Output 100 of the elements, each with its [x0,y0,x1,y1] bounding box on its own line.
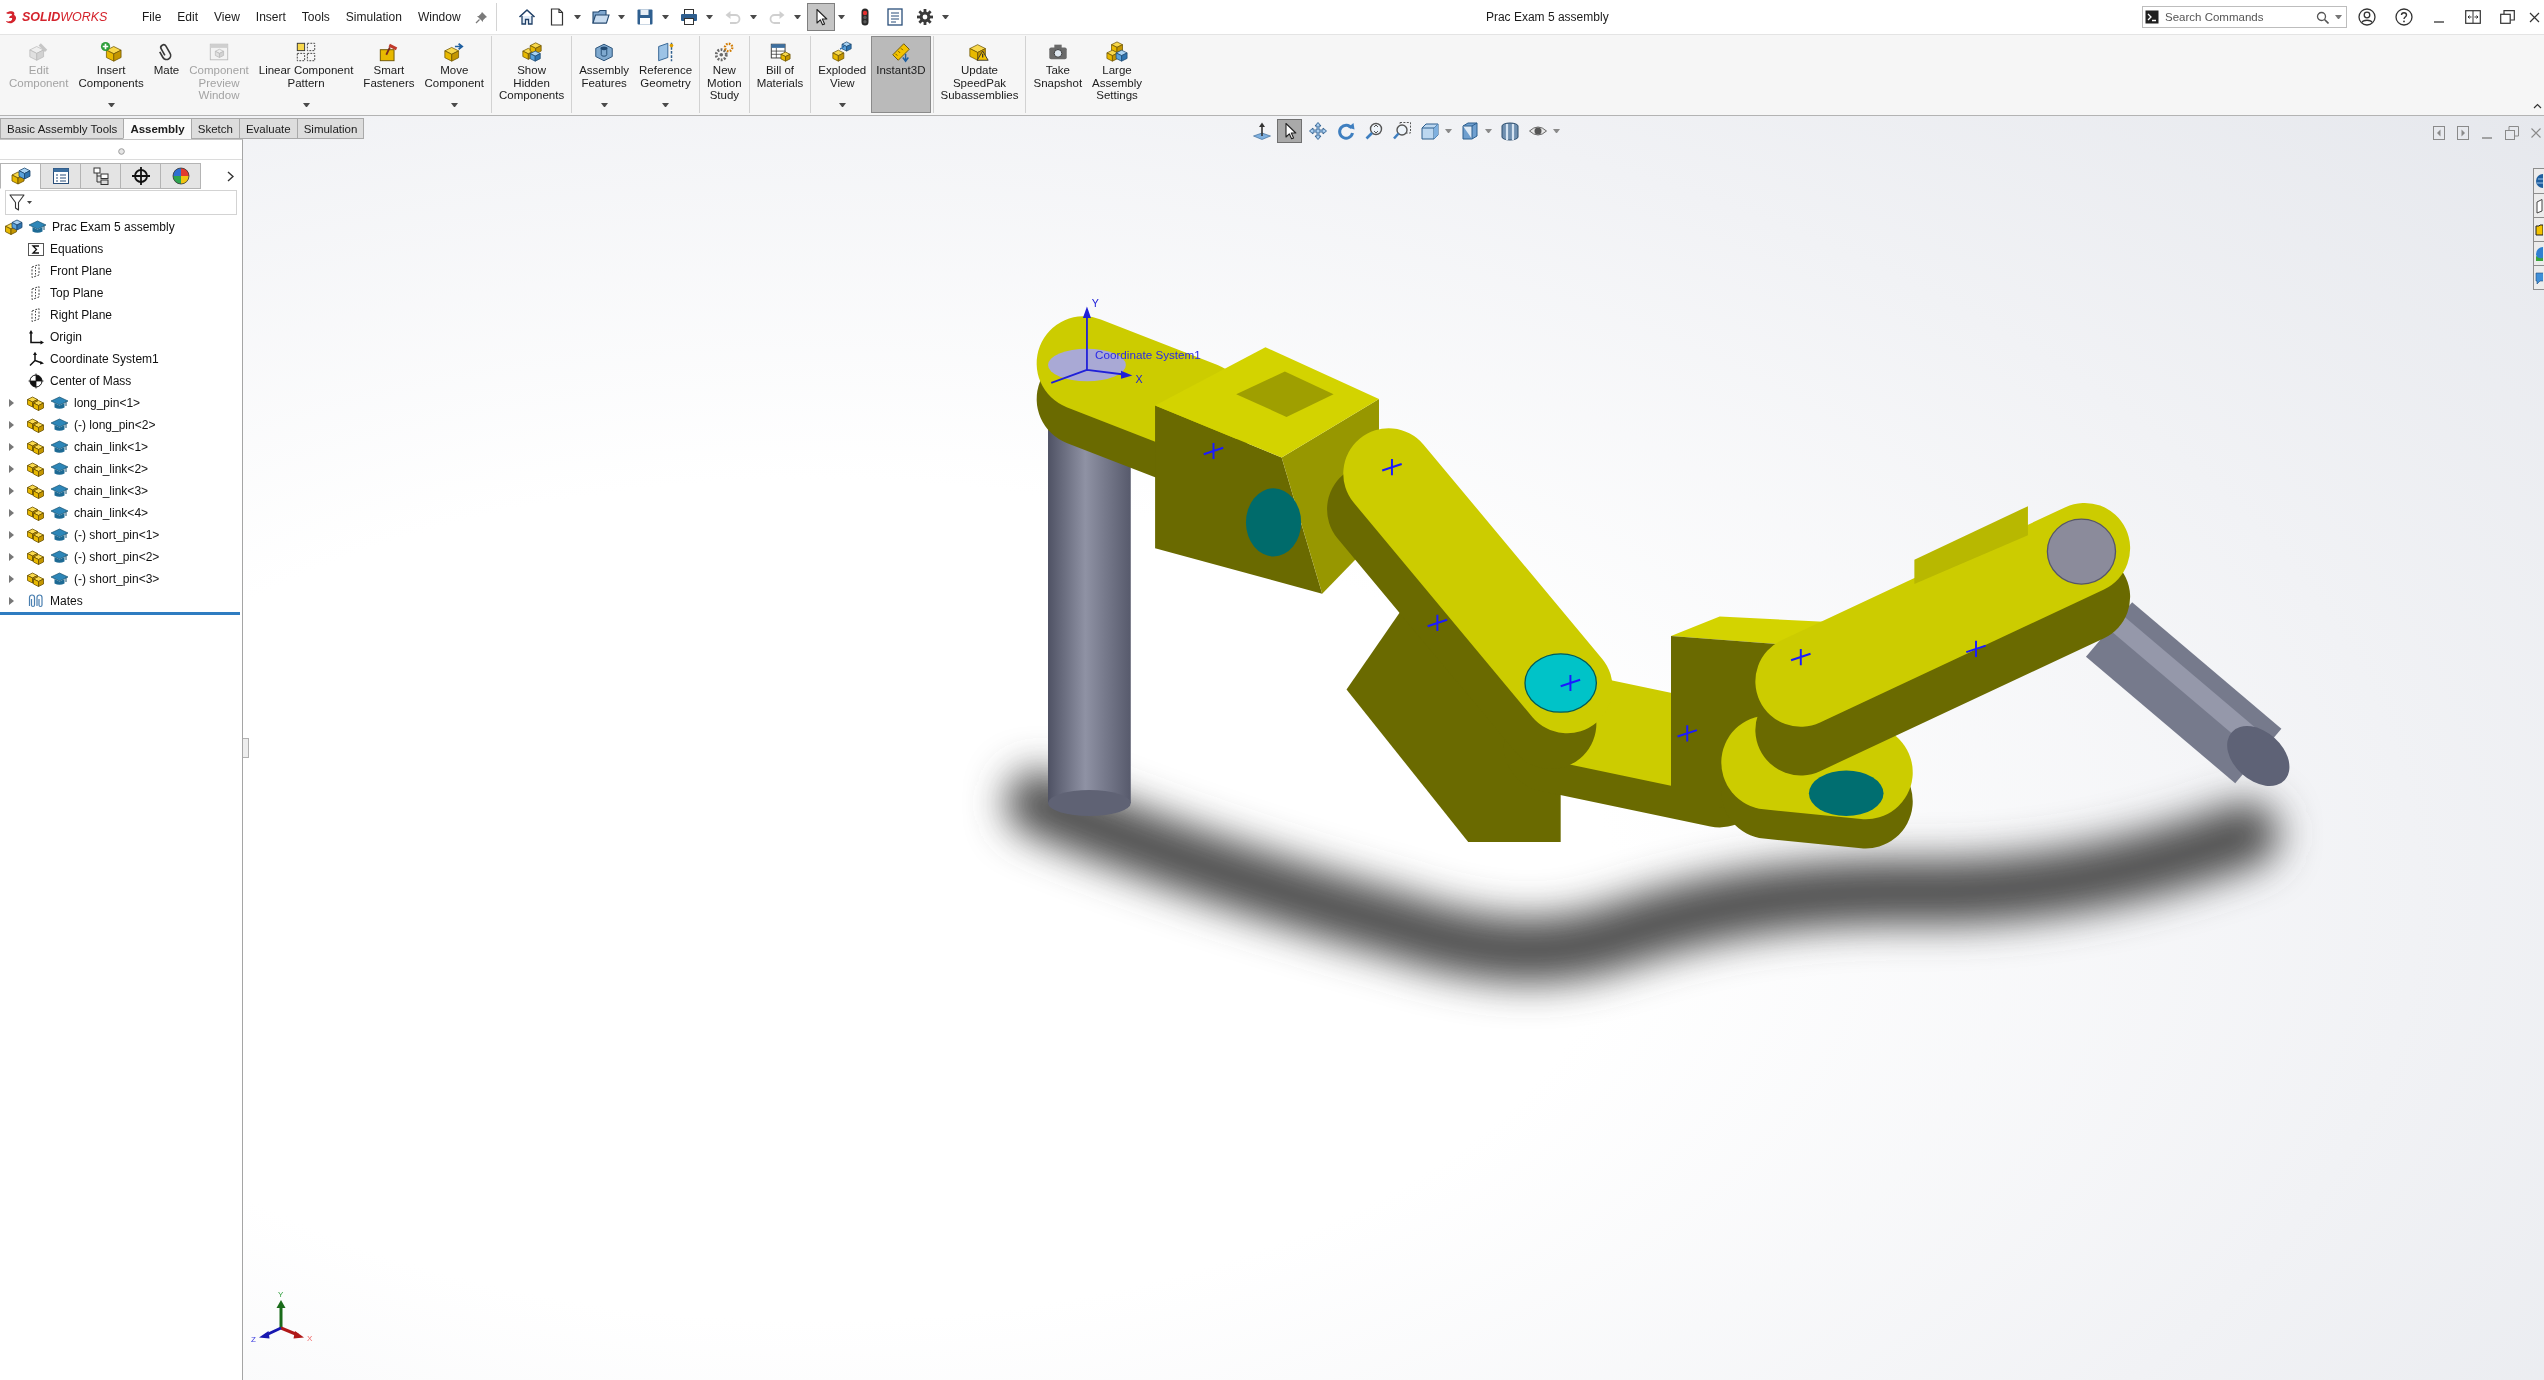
tree-item[interactable]: (-) short_pin<2> [74,550,160,564]
tree-item[interactable]: Front Plane [50,264,113,278]
expand-arrow-icon[interactable] [8,508,15,518]
motion-study-button[interactable]: New Motion Study [702,36,747,113]
tree-item[interactable]: (-) short_pin<1> [74,528,160,542]
tree-item[interactable]: Coordinate System1 [50,352,159,366]
mortarboard-icon [50,571,69,587]
exploded-view-button[interactable]: Exploded View [813,36,872,113]
task-pane-tab[interactable] [2534,217,2544,241]
reference-geometry-button[interactable]: Reference Geometry [634,36,698,113]
tile-right-icon[interactable] [2457,126,2469,140]
select-button[interactable] [806,3,835,31]
command-tab[interactable]: Assembly [123,118,192,139]
menu-item[interactable]: Edit [177,6,199,28]
chevron-right-icon[interactable] [227,170,234,182]
caret-icon[interactable] [838,103,846,107]
expand-arrow-icon[interactable] [8,486,15,496]
search-field[interactable]: Search Commands [2142,6,2347,28]
panel-tab[interactable] [40,163,81,189]
command-tab[interactable]: Evaluate [238,118,298,139]
tree-item[interactable]: Right Plane [50,308,113,322]
caret-icon[interactable] [302,103,310,107]
panel-tab[interactable] [0,163,41,189]
task-pane-tab[interactable] [2534,169,2544,193]
tree-item[interactable]: Mates [50,594,83,608]
tree-item[interactable]: Center of Mass [50,374,132,388]
menu-item[interactable]: View [214,6,240,28]
caret-icon[interactable] [662,103,670,107]
tree-item[interactable]: chain_link<2> [74,462,149,476]
task-pane-tab[interactable] [2534,241,2544,265]
move-component-button[interactable]: Move Component [419,36,489,113]
tree-item[interactable]: Prac Exam 5 assembly [52,220,175,234]
collapse-chevron-icon[interactable] [2533,103,2542,109]
speedpak-button[interactable]: Update SpeedPak Subassemblies [935,36,1024,113]
menu-item[interactable]: Simulation [345,6,402,28]
restore-icon[interactable] [2500,10,2515,24]
assembly-features-button[interactable]: Assembly Features [574,36,635,113]
command-tab[interactable]: Sketch [190,118,240,139]
close-icon[interactable] [2529,11,2540,23]
panel-collapse-handle[interactable] [243,738,249,758]
expand-arrow-icon[interactable] [8,464,15,474]
split-window-icon[interactable] [2465,10,2481,24]
axis-label: X [307,1334,313,1343]
caret-icon[interactable] [837,15,845,19]
linear-pattern-button[interactable]: Linear Component Pattern [253,36,359,113]
expand-arrow-icon[interactable] [8,420,15,430]
expand-arrow-icon[interactable] [8,530,15,540]
command-tab[interactable]: Simulation [296,118,365,139]
caret-icon[interactable] [2335,15,2342,19]
menu-item[interactable]: File [142,6,162,28]
tree-item[interactable]: chain_link<1> [74,440,149,454]
insert-components-button[interactable]: Insert Components [73,36,149,113]
tree-item[interactable]: long_pin<1> [74,396,141,410]
caret-icon[interactable] [27,201,32,204]
tree-item[interactable]: Origin [50,330,82,344]
bill-of-materials-button[interactable]: Bill of Materials [751,36,809,113]
grid-pattern-icon [295,41,318,63]
tree-item[interactable]: Top Plane [50,286,104,300]
show-hidden-button[interactable]: Show Hidden Components [493,36,570,113]
expand-arrow-icon[interactable] [8,552,15,562]
panel-tab[interactable] [80,163,121,189]
expand-arrow-icon[interactable] [8,442,15,452]
user-icon[interactable] [2358,8,2376,26]
select-button[interactable] [1277,119,1302,143]
caret-icon[interactable] [617,15,625,19]
menu-item[interactable]: Insert [255,6,286,28]
pin-icon[interactable] [474,10,488,24]
arrow-on-plane-icon [1251,121,1272,141]
menu-item[interactable]: Tools [301,6,330,28]
caret-icon[interactable] [573,15,581,19]
expand-arrow-icon[interactable] [8,398,15,408]
task-pane-tab[interactable] [2534,193,2544,217]
tile-left-icon[interactable] [2433,126,2445,140]
caret-icon[interactable] [600,103,608,107]
task-pane-tab[interactable] [2534,265,2544,289]
mate-button[interactable]: Mate [148,36,185,113]
drag-handle-icon[interactable] [117,148,125,155]
command-tab[interactable]: Basic Assembly Tools [0,118,125,139]
smart-fasteners-button[interactable]: Smart Fasteners [358,36,420,113]
tree-item[interactable]: Equations [50,242,104,256]
tree-item[interactable]: chain_link<4> [74,506,149,520]
tree-item[interactable]: (-) short_pin<3> [74,572,160,586]
search-input[interactable]: Search Commands [2165,8,2310,26]
expand-arrow-icon[interactable] [8,596,15,606]
instant3d-button[interactable]: Instant3D [871,36,931,113]
caret-icon[interactable] [941,15,949,19]
caret-icon[interactable] [450,103,458,107]
caret-icon[interactable] [107,103,115,107]
help-icon[interactable] [2395,8,2413,26]
snapshot-button[interactable]: Take Snapshot [1028,36,1088,113]
large-assembly-button[interactable]: Large Assembly Settings [1087,36,1147,113]
caret-icon[interactable] [705,15,713,19]
panel-tab[interactable] [120,163,161,189]
expand-arrow-icon[interactable] [8,574,15,584]
filter-field[interactable] [5,190,237,215]
tree-item[interactable]: chain_link<3> [74,484,149,498]
menu-item[interactable]: Window [417,6,461,28]
ruler-arrow-icon [889,41,912,63]
tree-item[interactable]: (-) long_pin<2> [74,418,156,432]
caret-icon[interactable] [661,15,669,19]
